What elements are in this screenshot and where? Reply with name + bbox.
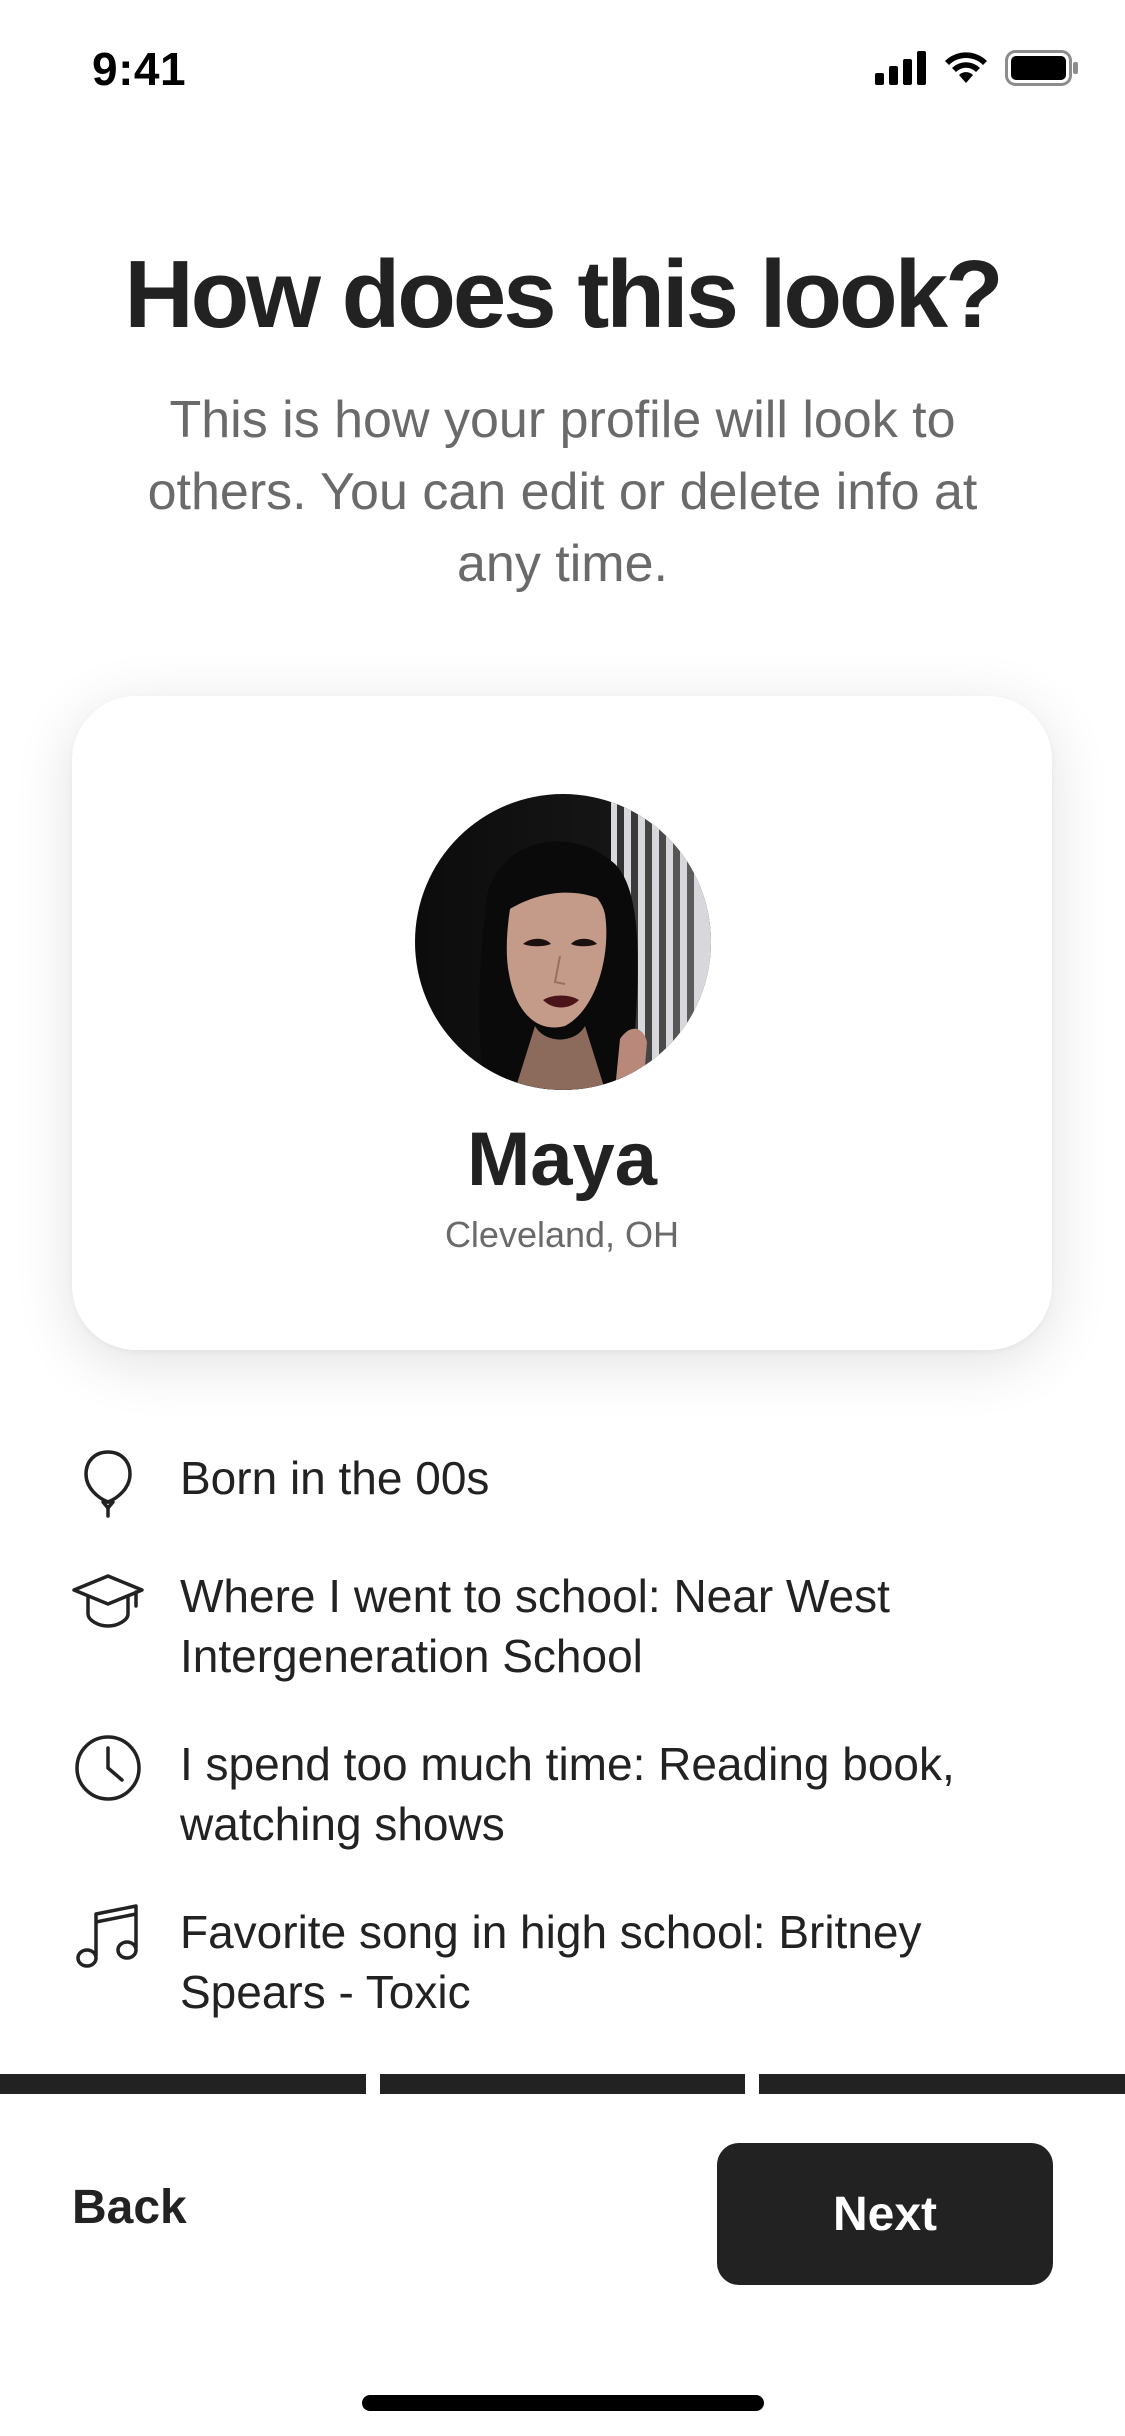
home-indicator bbox=[362, 2395, 764, 2411]
progress-bar bbox=[0, 2074, 1125, 2094]
balloon-icon bbox=[84, 1450, 132, 1518]
profile-card: Maya Cleveland, OH bbox=[72, 696, 1052, 1350]
status-icons bbox=[875, 50, 1079, 86]
music-note-icon bbox=[76, 1904, 138, 1968]
cellular-signal-icon bbox=[875, 51, 926, 85]
next-button[interactable]: Next bbox=[717, 2143, 1053, 2285]
status-bar: 9:41 bbox=[0, 0, 1125, 135]
back-button[interactable]: Back bbox=[72, 2180, 187, 2235]
fact-text: Where I went to school: Near West Interg… bbox=[180, 1570, 890, 1682]
profile-location: Cleveland, OH bbox=[444, 1214, 680, 1255]
progress-segment bbox=[379, 2074, 746, 2094]
fact-text: I spend too much time: Reading book, wat… bbox=[180, 1738, 955, 1850]
graduation-cap-icon bbox=[72, 1574, 144, 1628]
page-subtitle: This is how your profile will look to ot… bbox=[147, 391, 978, 593]
progress-segment bbox=[0, 2074, 366, 2094]
clock-icon bbox=[75, 1735, 141, 1801]
battery-icon bbox=[1005, 50, 1078, 86]
fact-text: Born in the 00s bbox=[180, 1452, 490, 1504]
fact-text: Favorite song in high school: Britney Sp… bbox=[180, 1906, 922, 2018]
profile-name: Maya bbox=[466, 1117, 658, 1202]
avatar bbox=[415, 794, 711, 1090]
status-time: 9:41 bbox=[92, 43, 187, 95]
page-title: How does this look? bbox=[124, 241, 1003, 348]
progress-segment bbox=[759, 2074, 1125, 2094]
wifi-icon bbox=[945, 52, 987, 83]
